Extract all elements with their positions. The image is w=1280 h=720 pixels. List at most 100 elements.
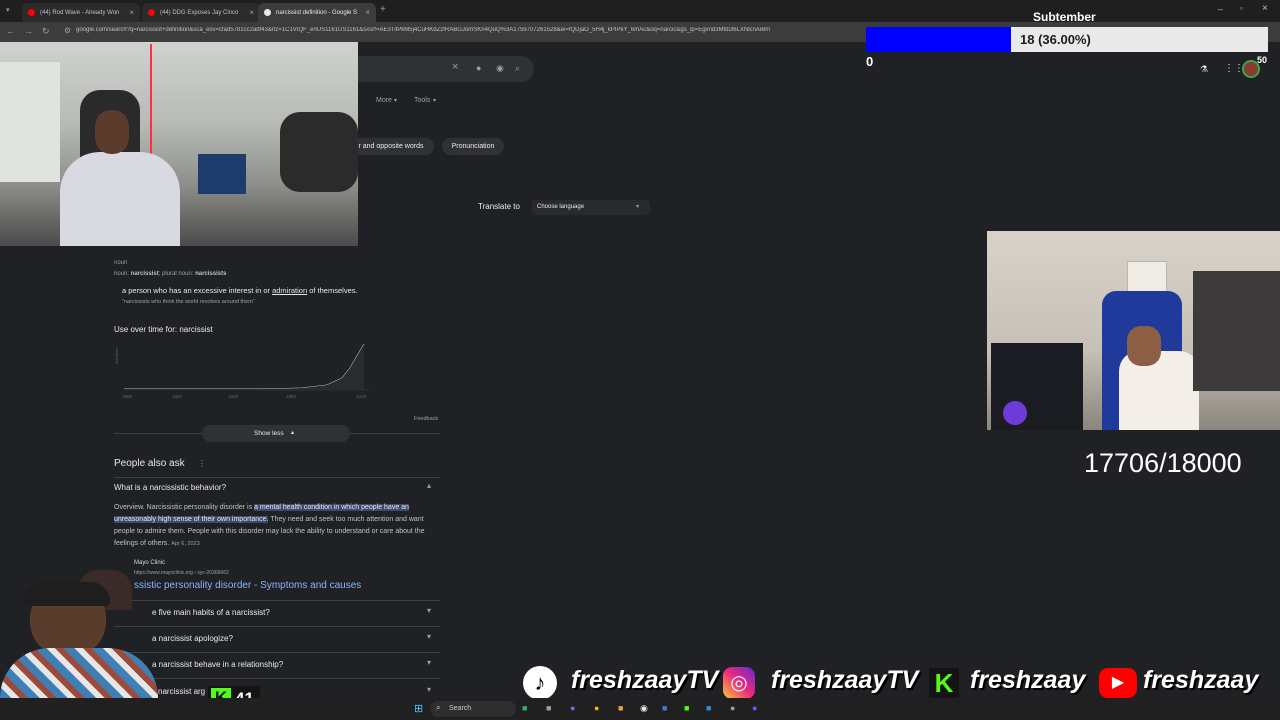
discord-icon[interactable]: ● (752, 703, 757, 713)
paa-question-3[interactable]: a narcissist apologize? (152, 634, 233, 643)
language-select-value: Choose language (537, 204, 585, 210)
tab-search-icon[interactable]: ▾ (6, 6, 10, 14)
shelf-with-posters (1193, 271, 1280, 391)
more-menu[interactable]: More (376, 97, 392, 104)
goal-right-value: 50 (1257, 55, 1268, 65)
webcam-overlay-guest (987, 231, 1280, 430)
close-icon[interactable]: × (249, 8, 254, 17)
led-strip (150, 44, 152, 154)
divider (114, 477, 440, 478)
divider (114, 678, 440, 679)
lens-icon[interactable]: ◉ (496, 63, 504, 74)
definition-example: "narcissists who think the world revolve… (122, 299, 255, 305)
divider (114, 600, 440, 601)
chevron-up-icon[interactable]: ▴ (427, 481, 431, 490)
taskbar-app-icon[interactable]: ■ (618, 703, 623, 713)
paa-question-1[interactable]: What is a narcissistic behavior? (114, 483, 226, 492)
usage-line (124, 343, 365, 390)
answer-date: Apr 6, 2023 (171, 541, 200, 547)
meaning-pre: a person who has an excessive interest i… (122, 286, 270, 295)
goal-progress-text: 18 (36.00%) (1020, 32, 1091, 47)
forms-plural: narcissists (195, 271, 227, 277)
streamer-hoodie (60, 152, 180, 246)
site-info-icon[interactable]: ⚙ (64, 26, 71, 35)
chevron-down-icon[interactable]: ▾ (427, 658, 431, 667)
windows-start-icon[interactable]: ⊞ (414, 702, 423, 715)
pc-fan-light (1003, 401, 1027, 425)
taskbar-app-icon[interactable]: ● (594, 703, 599, 713)
taskbar-app-icon[interactable]: ■ (662, 703, 667, 713)
back-icon[interactable]: ← (6, 26, 15, 36)
headphones (24, 582, 110, 606)
youtube-icon: ▶ (1099, 668, 1137, 698)
youtube-icon (148, 9, 155, 16)
taskbar-app-icon[interactable]: ■ (522, 703, 527, 713)
tools-menu[interactable]: Tools (414, 97, 430, 104)
youtube-icon (28, 9, 35, 16)
chip-pronunciation[interactable]: Pronunciation (442, 138, 504, 155)
admiration-link[interactable]: admiration (272, 286, 307, 295)
divider (114, 626, 440, 627)
new-tab-icon[interactable]: + (380, 4, 386, 15)
translate-label: Translate to (478, 202, 520, 211)
reload-icon[interactable]: ↻ (42, 26, 50, 37)
taskbar-search[interactable]: ⌕ Search (430, 701, 516, 717)
source-title-link[interactable]: ssistic personality disorder - Symptoms … (134, 580, 361, 591)
feedback-link[interactable]: Feedback (414, 416, 438, 422)
chevron-down-icon: ▾ (636, 204, 640, 210)
taskbar-app-icon[interactable]: ● (730, 703, 735, 713)
patterned-shirt (0, 648, 158, 698)
chevron-down-icon[interactable]: ▾ (427, 685, 431, 694)
more-options-icon[interactable]: ⋮ (198, 459, 206, 468)
dark-chair (280, 112, 358, 192)
minimize-icon[interactable]: – (1218, 4, 1223, 14)
language-select[interactable]: Choose language ▾ (532, 200, 650, 215)
chevron-down-icon[interactable]: ▾ (427, 632, 431, 641)
search-input[interactable] (358, 56, 534, 82)
clear-icon[interactable]: × (452, 61, 458, 73)
youtube-handle: freshzaay (1143, 666, 1259, 694)
taskbar-search-label: Search (449, 705, 472, 712)
goal-left-value: 0 (866, 54, 874, 69)
maximize-icon[interactable]: ▫ (1240, 4, 1243, 13)
paa-question-4[interactable]: a narcissist behave in a relationship? (152, 660, 283, 669)
kick-icon: K (929, 668, 959, 698)
tab-rod-wave[interactable]: (44) Rod Wave - Already Won × (22, 3, 140, 22)
apps-grid-icon[interactable]: ⋮⋮ (1224, 63, 1244, 74)
forward-icon[interactable]: → (24, 26, 33, 36)
chrome-icon[interactable]: ◉ (640, 703, 648, 714)
tab-google-search[interactable]: narcissist definition - Google S × (258, 3, 376, 22)
mic-icon[interactable]: ● (476, 63, 481, 73)
taskbar-app-icon[interactable]: ■ (706, 703, 711, 713)
webcam-overlay-cutout (0, 556, 158, 698)
taskbar-app-icon[interactable]: ● (570, 703, 575, 713)
window-close-icon[interactable]: × (1262, 3, 1268, 14)
usage-tick: 1900 (228, 394, 239, 399)
show-less-button[interactable]: Show less ▴ (202, 425, 350, 442)
paa-question-5[interactable]: narcissist arg (158, 687, 205, 696)
close-icon[interactable]: × (365, 8, 370, 17)
chip-opposite-words[interactable]: r and opposite words (348, 138, 434, 155)
forms-plural-prefix: ; plural noun: (158, 271, 194, 277)
paa-question-2[interactable]: e five main habits of a narcissist? (152, 608, 270, 617)
divider (114, 652, 440, 653)
url-field[interactable]: google.com/search?q=narcissist+definitio… (76, 27, 866, 33)
usage-yaxis-label: Mentions (114, 348, 119, 364)
chevron-down-icon[interactable]: ▾ (427, 606, 431, 615)
word-forms: noun: narcissist; plural noun: narcissis… (114, 271, 226, 277)
labs-icon[interactable]: ⚗ (1200, 64, 1208, 75)
taskbar-app-icon[interactable]: ■ (684, 703, 689, 713)
answer-pre: Overview. Narcissistic personality disor… (114, 504, 253, 511)
usage-tick: 1850 (172, 394, 183, 399)
tab-ddg[interactable]: (44) DDG Exposes Jay Cinco × (142, 3, 260, 22)
paa-answer: Overview. Narcissistic personality disor… (114, 502, 438, 550)
goal-progress-bar: 18 (36.00%) (866, 27, 1268, 52)
tiktok-icon: ♪ (523, 666, 557, 700)
meaning-post: of themselves. (309, 286, 358, 295)
kick-handle: freshzaay (970, 666, 1086, 694)
instagram-icon: ◎ (723, 667, 755, 699)
follower-counter: 17706/18000 (1084, 448, 1242, 478)
search-icon[interactable]: ⌕ (515, 63, 520, 74)
close-icon[interactable]: × (129, 8, 134, 17)
taskbar-app-icon[interactable]: ■ (546, 703, 551, 713)
